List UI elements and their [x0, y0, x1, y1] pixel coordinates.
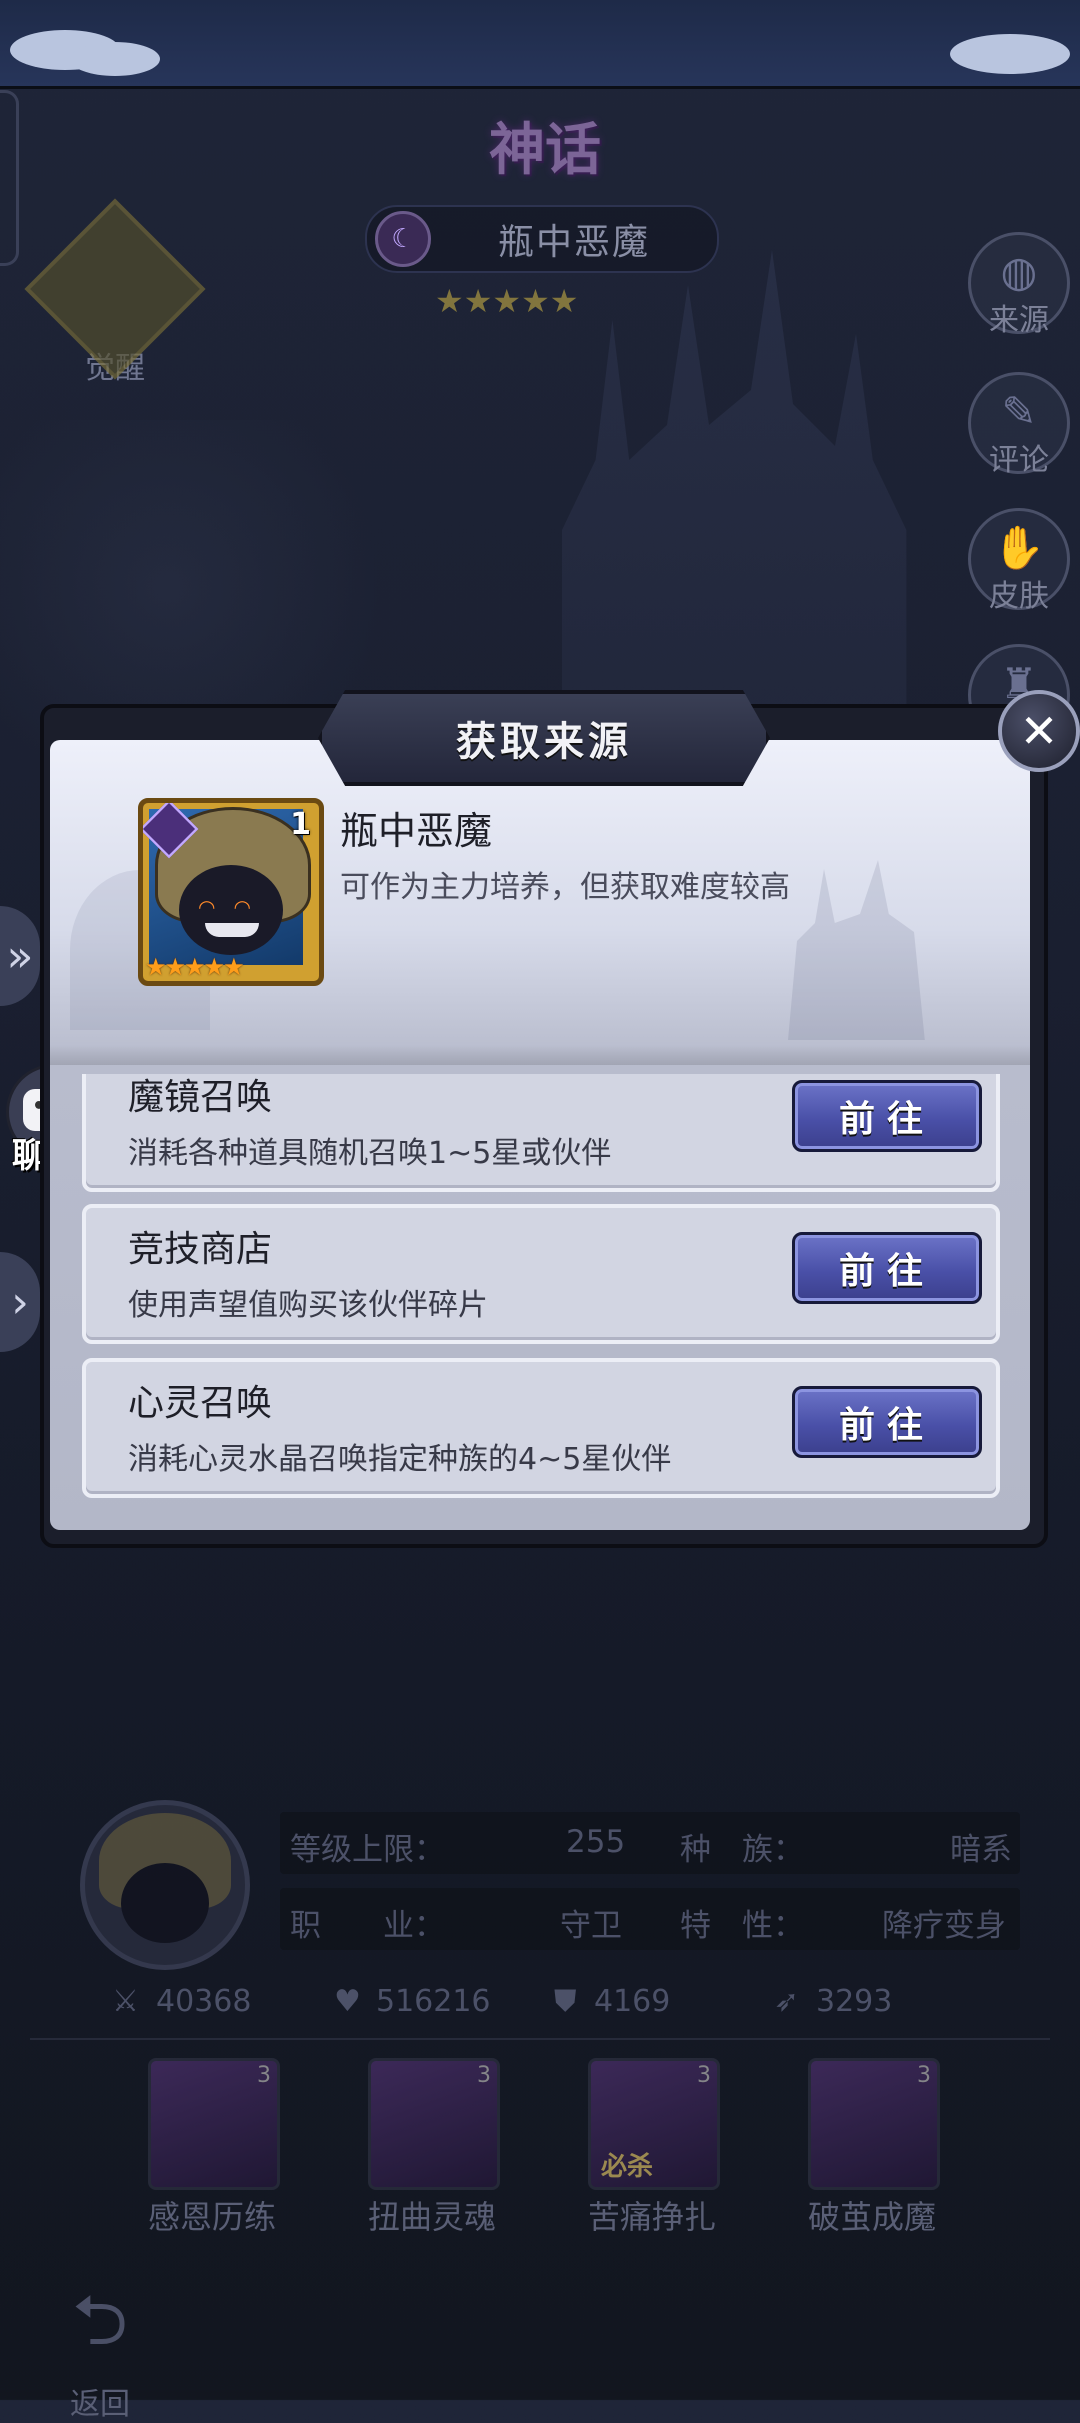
skin-button[interactable]: ✋ 皮肤 — [968, 508, 1070, 614]
skill-icon[interactable]: 3 — [148, 2058, 280, 2190]
skill-label: 苦痛挣扎 — [587, 2198, 716, 2236]
hero-portrait-avatar — [80, 1800, 250, 1970]
source-list[interactable]: 魔镜召唤 消耗各种道具随机召唤1~5星或伙伴 前往 竞技商店 使用声望值购买该伙… — [66, 1074, 1014, 1520]
trait-label: 特 性： — [680, 1908, 804, 1944]
go-button[interactable]: 前往 — [792, 1080, 982, 1152]
list-item: 竞技商店 使用声望值购买该伙伴碎片 前往 — [82, 1204, 1000, 1344]
ultimate-tag: 必杀 — [601, 2152, 654, 2182]
hero-star-rating: ★★★★★ — [435, 282, 579, 320]
hero-card-stars: ★★★★★ — [145, 953, 245, 981]
level-cap-value: 255 — [566, 1824, 626, 1860]
source-title: 竞技商店 — [128, 1229, 273, 1270]
feather-icon: ✎ — [1001, 387, 1037, 436]
dialog-hero-name: 瓶中恶魔 — [340, 809, 493, 853]
boot-icon: ➶ — [774, 1984, 800, 2019]
source-desc: 消耗心灵水晶召唤指定种族的4~5星伙伴 — [128, 1442, 672, 1477]
skill-icon[interactable]: 3 — [808, 2058, 940, 2190]
double-chevron-icon: » — [6, 930, 34, 982]
skill-label: 扭曲灵魂 — [367, 2198, 496, 2236]
skin-label: 皮肤 — [989, 579, 1049, 614]
race-value: 暗系 — [950, 1832, 1012, 1868]
source-desc: 消耗各种道具随机召唤1~5星或伙伴 — [128, 1136, 612, 1171]
comment-label: 评论 — [989, 443, 1049, 478]
source-title: 心灵召唤 — [128, 1383, 273, 1424]
race-label: 种 族： — [680, 1832, 804, 1868]
close-button[interactable]: ✕ — [998, 690, 1080, 772]
go-button[interactable]: 前往 — [792, 1232, 982, 1304]
dialog-divider — [50, 1045, 1030, 1065]
close-icon: ✕ — [1019, 704, 1059, 758]
skill-label: 感恩历练 — [147, 2198, 276, 2236]
list-item: 心灵召唤 消耗心灵水晶召唤指定种族的4~5星伙伴 前往 — [82, 1358, 1000, 1498]
dialog-title-banner: 获取来源 — [318, 690, 770, 786]
hero-level: 1 — [290, 807, 311, 842]
shield-icon: ⛊ — [554, 1984, 577, 2019]
attack-stat: 40368 — [156, 1984, 252, 2019]
expand-left-tab[interactable]: » — [0, 906, 40, 1006]
cloud-decoration — [70, 42, 160, 76]
hp-stat: 516216 — [376, 1984, 491, 2019]
hero-card: ◠◠ 1 ★★★★★ — [138, 798, 324, 986]
awaken-button[interactable]: 觉醒 — [24, 198, 206, 386]
back-label: 返回 — [70, 2387, 130, 2422]
source-label: 来源 — [989, 303, 1049, 338]
speed-stat: 3293 — [816, 1984, 893, 2019]
class-value: 守卫 — [560, 1908, 622, 1944]
source-button[interactable]: ◍ 来源 — [968, 232, 1070, 338]
source-desc: 使用声望值购买该伙伴碎片 — [128, 1288, 488, 1323]
skill-label: 破茧成魔 — [807, 2198, 936, 2236]
skill-icon[interactable]: 3 必杀 — [588, 2058, 720, 2190]
class-label: 职 业： — [290, 1908, 445, 1944]
chevron-right-icon: › — [11, 1276, 29, 1328]
attack-icon: ⚔ — [112, 1984, 139, 2019]
left-panel-tab[interactable] — [0, 90, 19, 266]
back-button[interactable]: ⮌ 返回 — [50, 2270, 150, 2422]
skill-icon[interactable]: 3 — [368, 2058, 500, 2190]
source-title: 魔镜召唤 — [128, 1077, 273, 1118]
trait-value: 降疗变身 — [882, 1908, 1006, 1944]
globe-icon: ◍ — [1000, 247, 1038, 296]
comment-button[interactable]: ✎ 评论 — [968, 372, 1070, 478]
defense-stat: 4169 — [594, 1984, 671, 2019]
expand-tab[interactable]: › — [0, 1252, 40, 1352]
level-cap-label: 等级上限： — [290, 1832, 445, 1868]
hero-name: 瓶中恶魔 — [497, 222, 650, 263]
divider — [30, 2038, 1050, 2040]
back-arrow-icon: ⮌ — [71, 2279, 129, 2361]
cloud-decoration — [950, 34, 1070, 74]
faction-moon-icon: ☾ — [375, 211, 431, 267]
dialog-hero-description: 可作为主力培养，但获取难度较高 — [340, 870, 790, 905]
hand-icon: ✋ — [992, 523, 1046, 572]
top-banner — [0, 0, 1080, 89]
go-button[interactable]: 前往 — [792, 1386, 982, 1458]
dialog-title: 获取来源 — [456, 719, 632, 765]
heart-icon: ♥ — [334, 1984, 361, 2019]
list-item: 魔镜召唤 消耗各种道具随机召唤1~5星或伙伴 前往 — [82, 1074, 1000, 1192]
hero-name-bar: ☾ 瓶中恶魔 — [365, 205, 719, 273]
rarity-label: 神话 — [489, 117, 601, 183]
